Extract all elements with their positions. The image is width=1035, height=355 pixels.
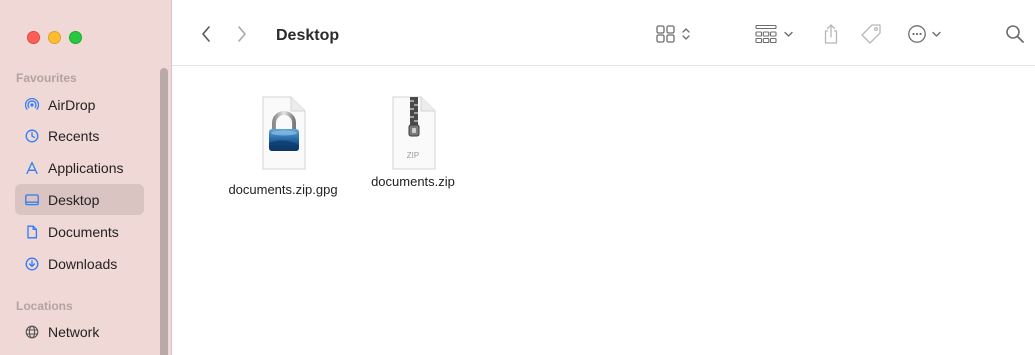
download-icon <box>25 257 39 271</box>
network-icon <box>25 325 39 339</box>
sidebar-section-locations: Locations <box>16 299 73 313</box>
sidebar-item-documents[interactable]: Documents <box>15 216 144 247</box>
search-button[interactable] <box>1005 23 1025 45</box>
sidebar-item-label: Downloads <box>48 255 118 272</box>
share-button[interactable] <box>822 23 840 45</box>
sidebar-item-recents[interactable]: Recents <box>15 120 144 151</box>
tag-button[interactable] <box>860 23 882 45</box>
zip-badge: ZIP <box>406 151 420 160</box>
sidebar-item-label: Applications <box>48 159 124 176</box>
sidebar-item-downloads[interactable]: Downloads <box>15 248 144 279</box>
sidebar-item-label: AirDrop <box>48 96 96 113</box>
sidebar-item-label: Documents <box>48 223 119 240</box>
minimize-window-button[interactable] <box>48 31 61 44</box>
view-options-button[interactable] <box>656 23 696 45</box>
tag-icon <box>861 24 881 44</box>
close-window-button[interactable] <box>27 31 40 44</box>
file-item-documents-zip[interactable]: ZIP documents.zip <box>353 93 473 191</box>
chevron-left-icon <box>202 26 210 42</box>
forward-button[interactable] <box>234 23 250 45</box>
search-icon <box>1006 25 1024 43</box>
zoom-window-button[interactable] <box>69 31 82 44</box>
sidebar-item-airdrop[interactable]: AirDrop <box>15 89 144 120</box>
back-button[interactable] <box>198 23 214 45</box>
share-icon <box>824 24 838 44</box>
chevron-right-icon <box>238 26 246 42</box>
sidebar-item-network[interactable]: Network <box>15 316 144 347</box>
more-actions-button[interactable] <box>907 23 947 45</box>
sidebar-item-applications[interactable]: Applications <box>15 152 144 183</box>
clock-icon <box>25 129 39 143</box>
sidebar-section-favourites: Favourites <box>16 71 77 85</box>
desktop-icon <box>25 193 39 207</box>
sidebar-item-label: Network <box>48 323 100 340</box>
more-icon <box>908 25 941 43</box>
airdrop-icon <box>25 97 39 112</box>
group-button[interactable] <box>755 23 801 45</box>
sidebar: Favourites AirDrop Recents Applications … <box>0 0 172 355</box>
file-name: documents.zip.gpg <box>228 182 338 197</box>
file-name: documents.zip <box>371 174 455 189</box>
sidebar-item-desktop[interactable]: Desktop <box>15 184 144 215</box>
toolbar: Desktop <box>172 0 1035 66</box>
file-item-documents-zip-gpg[interactable]: documents.zip.gpg <box>223 93 343 199</box>
group-icon <box>755 24 793 44</box>
sidebar-item-label: Desktop <box>48 191 100 208</box>
finder-window: Favourites AirDrop Recents Applications … <box>0 0 1035 355</box>
encrypted-file-icon <box>251 93 315 173</box>
sidebar-item-label: Recents <box>48 127 100 144</box>
window-controls <box>27 31 82 44</box>
grid-view-icon <box>656 25 690 43</box>
main-content: Desktop documents.zip.gpg ZIP documents.… <box>172 0 1035 355</box>
applications-icon <box>25 161 39 175</box>
sidebar-scrollbar[interactable] <box>160 68 168 355</box>
zip-file-icon: ZIP <box>381 93 445 173</box>
document-icon <box>25 225 39 239</box>
window-title: Desktop <box>276 27 340 44</box>
